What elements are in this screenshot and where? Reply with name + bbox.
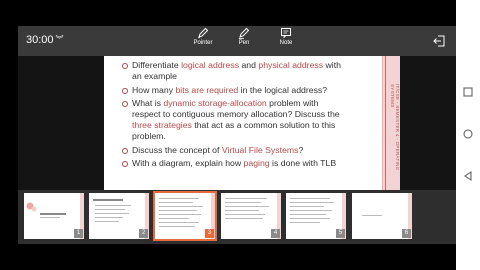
bullet-text: ? — [298, 144, 304, 155]
bullet-text: What is — [132, 98, 164, 108]
slide-thumbnail-1[interactable]: 1 — [24, 193, 84, 239]
timer-value: 30:00 — [26, 34, 54, 46]
bullet-text: is done with TLB — [269, 158, 337, 168]
current-slide[interactable]: IT/CSE - SEMESTER 4 - OPERATING SYSTEMS … — [104, 56, 400, 190]
home-button[interactable] — [463, 126, 473, 144]
bullet-item: What is dynamic storage-allocation probl… — [122, 98, 346, 142]
bullet-item: With a diagram, explain how paging is do… — [122, 158, 346, 169]
chevron-down-icon: ︾ — [55, 35, 64, 44]
note-tool[interactable]: Note — [266, 27, 306, 46]
bullet-text: With a diagram, explain how — [132, 158, 244, 168]
note-label: Note — [279, 40, 293, 46]
exit-icon — [433, 35, 445, 47]
pen-icon — [239, 27, 250, 39]
home-circle-icon — [463, 129, 473, 139]
slide-thumbnail-strip: 1 2 3 4 5 6 — [18, 190, 456, 244]
slide-thumbnail-2[interactable]: 2 — [89, 193, 149, 239]
slide-thumbnail-5[interactable]: 5 — [286, 193, 346, 239]
bullet-text: in the logical address? — [238, 84, 328, 95]
thumbnail-number: 5 — [336, 229, 345, 238]
bullet-item: Differentiate logical address and physic… — [122, 60, 346, 82]
bullet-text: and — [239, 60, 259, 70]
bullet-text: How many — [132, 84, 176, 95]
presentation-toolbar: 30:00 ︾ Pointer Pen Note — [18, 26, 456, 56]
thumbnail-number: 3 — [205, 229, 214, 238]
bullet-highlight: paging — [243, 158, 270, 168]
pointer-tool[interactable]: Pointer — [183, 27, 223, 46]
slide-bullet-list: Differentiate logical address and physic… — [122, 60, 346, 172]
thumbnail-number: 2 — [139, 229, 148, 238]
bullet-item: How many bits are required in the logica… — [122, 85, 346, 96]
bullet-highlight: logical address — [181, 60, 240, 70]
slide-stage: IT/CSE - SEMESTER 4 - OPERATING SYSTEMS … — [18, 56, 456, 190]
note-icon — [281, 28, 291, 39]
timer[interactable]: 30:00 ︾ — [26, 34, 64, 46]
thumbnail-number: 6 — [402, 229, 411, 238]
thumbnail-number: 4 — [271, 229, 280, 238]
android-nav-bar — [456, 0, 480, 270]
bullet-highlight: three strategies — [132, 120, 192, 130]
bullet-highlight: dynamic storage-allocation — [163, 98, 267, 108]
thumbnail-number: 1 — [74, 229, 83, 238]
exit-button[interactable] — [432, 34, 446, 53]
bullet-text: Differentiate — [132, 60, 182, 70]
back-button[interactable] — [463, 168, 473, 186]
back-triangle-icon — [464, 171, 472, 181]
recents-button[interactable] — [463, 84, 473, 102]
pointer-label: Pointer — [193, 40, 213, 46]
bullet-highlight: Virtual File Systems — [221, 144, 299, 155]
bullet-highlight: physical address — [258, 60, 324, 70]
pen-label: Pen — [238, 40, 250, 46]
status-strip — [0, 0, 18, 270]
slide-thumbnail-6[interactable]: 6 — [352, 193, 412, 239]
bullet-highlight: bits are required — [175, 84, 239, 95]
decorative-circles-icon — [26, 202, 37, 212]
recents-square-icon — [463, 87, 473, 97]
slide-thumbnail-3[interactable]: 3 — [153, 191, 217, 241]
pen-tool[interactable]: Pen — [224, 27, 264, 46]
pointer-pen-icon — [198, 27, 209, 39]
slide-thumbnail-4[interactable]: 4 — [221, 193, 281, 239]
slide-side-text: IT/CSE - SEMESTER 4 - OPERATING SYSTEMS — [390, 84, 400, 171]
bullet-item: Discuss the concept of Virtual File Syst… — [122, 145, 346, 156]
bullet-text: Discuss the concept of — [132, 144, 222, 155]
